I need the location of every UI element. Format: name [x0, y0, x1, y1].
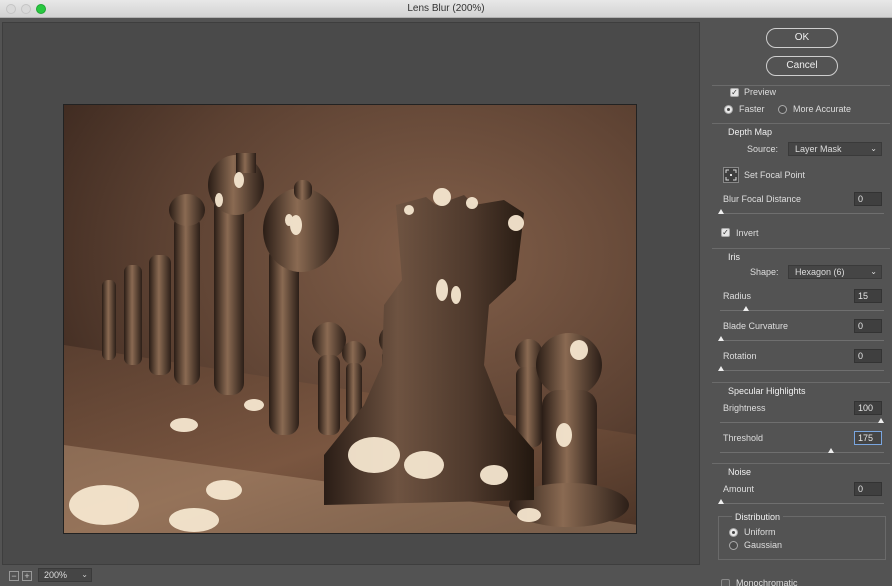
faster-label: Faster — [739, 104, 765, 114]
shape-label: Shape: — [750, 267, 779, 277]
blade-curvature-input[interactable]: 0 — [854, 319, 882, 333]
blade-curvature-slider[interactable] — [718, 336, 724, 341]
threshold-label: Threshold — [723, 433, 764, 443]
amount-slider[interactable] — [718, 499, 724, 504]
zoom-window-button[interactable] — [36, 4, 46, 14]
invert-label: Invert — [736, 228, 759, 238]
settings-panel: OK Cancel ✓ Preview Faster More Accurate… — [704, 18, 892, 586]
rotation-slider[interactable] — [718, 366, 724, 371]
noise-section: Noise Amount 0 Distribution Uniform Gaus… — [712, 463, 890, 586]
set-focal-point-button[interactable] — [723, 167, 739, 183]
gaussian-radio[interactable] — [729, 541, 738, 550]
preview-label: Preview — [744, 87, 777, 97]
more-accurate-radio[interactable] — [778, 105, 787, 114]
blade-curvature-label: Blade Curvature — [723, 321, 789, 331]
title-bar: Lens Blur (200%) — [0, 0, 892, 18]
radius-slider[interactable] — [743, 306, 749, 311]
rotation-track[interactable] — [720, 370, 884, 371]
chevron-down-icon: ⌄ — [870, 144, 877, 153]
monochromatic-checkbox[interactable] — [721, 579, 730, 586]
blur-focal-distance-slider[interactable] — [718, 209, 724, 214]
monochromatic-label: Monochromatic — [736, 578, 798, 586]
amount-track[interactable] — [720, 503, 884, 504]
zoom-bar: − + 200% ⌄ — [0, 566, 700, 586]
gaussian-label: Gaussian — [744, 540, 783, 550]
iris-heading: Iris — [728, 252, 740, 262]
rotation-label: Rotation — [723, 351, 757, 361]
preview-section: ✓ Preview Faster More Accurate — [712, 85, 890, 117]
crosshair-icon — [725, 169, 737, 181]
set-focal-point-label: Set Focal Point — [744, 170, 806, 180]
specular-highlights-section: Specular Highlights Brightness 100 Thres… — [712, 382, 890, 460]
radius-label: Radius — [723, 291, 752, 301]
threshold-input[interactable]: 175 — [854, 431, 882, 445]
iris-section: Iris Shape: Hexagon (6) ⌄ Radius 15 Blad… — [712, 248, 890, 376]
zoom-out-button[interactable]: − — [9, 571, 19, 581]
preview-canvas[interactable] — [2, 22, 700, 565]
window-title: Lens Blur (200%) — [407, 3, 485, 14]
brightness-label: Brightness — [723, 403, 766, 413]
source-value: Layer Mask — [795, 144, 842, 154]
chevron-down-icon: ⌄ — [81, 570, 88, 579]
blade-curvature-track[interactable] — [720, 340, 884, 341]
amount-input[interactable]: 0 — [854, 482, 882, 496]
radius-input[interactable]: 15 — [854, 289, 882, 303]
blur-focal-distance-label: Blur Focal Distance — [723, 194, 802, 204]
uniform-label: Uniform — [744, 527, 776, 537]
noise-heading: Noise — [728, 467, 752, 477]
preview-checkbox[interactable]: ✓ — [730, 88, 739, 97]
amount-label: Amount — [723, 484, 755, 494]
brightness-input[interactable]: 100 — [854, 401, 882, 415]
depth-map-section: Depth Map Source: Layer Mask ⌄ Set Focal… — [712, 123, 890, 248]
shape-select[interactable]: Hexagon (6) ⌄ — [788, 265, 882, 279]
invert-checkbox[interactable]: ✓ — [721, 228, 730, 237]
threshold-slider[interactable] — [828, 448, 834, 453]
distribution-group: Distribution Uniform Gaussian — [718, 512, 886, 560]
zoom-in-button[interactable]: + — [22, 571, 32, 581]
zoom-level-value: 200% — [44, 570, 68, 580]
source-select[interactable]: Layer Mask ⌄ — [788, 142, 882, 156]
blur-focal-distance-input[interactable]: 0 — [854, 192, 882, 206]
distribution-heading: Distribution — [732, 512, 784, 522]
specular-highlights-heading: Specular Highlights — [728, 386, 806, 396]
blur-focal-distance-track[interactable] — [720, 213, 884, 214]
cancel-button[interactable]: Cancel — [766, 56, 838, 76]
brightness-slider[interactable] — [878, 418, 884, 423]
source-label: Source: — [747, 144, 779, 154]
ok-button[interactable]: OK — [766, 28, 838, 48]
chevron-down-icon: ⌄ — [870, 267, 877, 276]
zoom-level-select[interactable]: 200% ⌄ — [38, 568, 92, 582]
faster-radio[interactable] — [724, 105, 733, 114]
minimize-window-button[interactable] — [21, 4, 31, 14]
threshold-track[interactable] — [720, 452, 884, 453]
preview-image[interactable] — [63, 104, 637, 534]
brightness-track[interactable] — [720, 422, 884, 423]
shape-value: Hexagon (6) — [795, 267, 845, 277]
depth-map-heading: Depth Map — [728, 127, 773, 137]
close-window-button[interactable] — [6, 4, 16, 14]
more-accurate-label: More Accurate — [793, 104, 852, 114]
uniform-radio[interactable] — [729, 528, 738, 537]
chess-pieces-image — [64, 105, 636, 533]
rotation-input[interactable]: 0 — [854, 349, 882, 363]
